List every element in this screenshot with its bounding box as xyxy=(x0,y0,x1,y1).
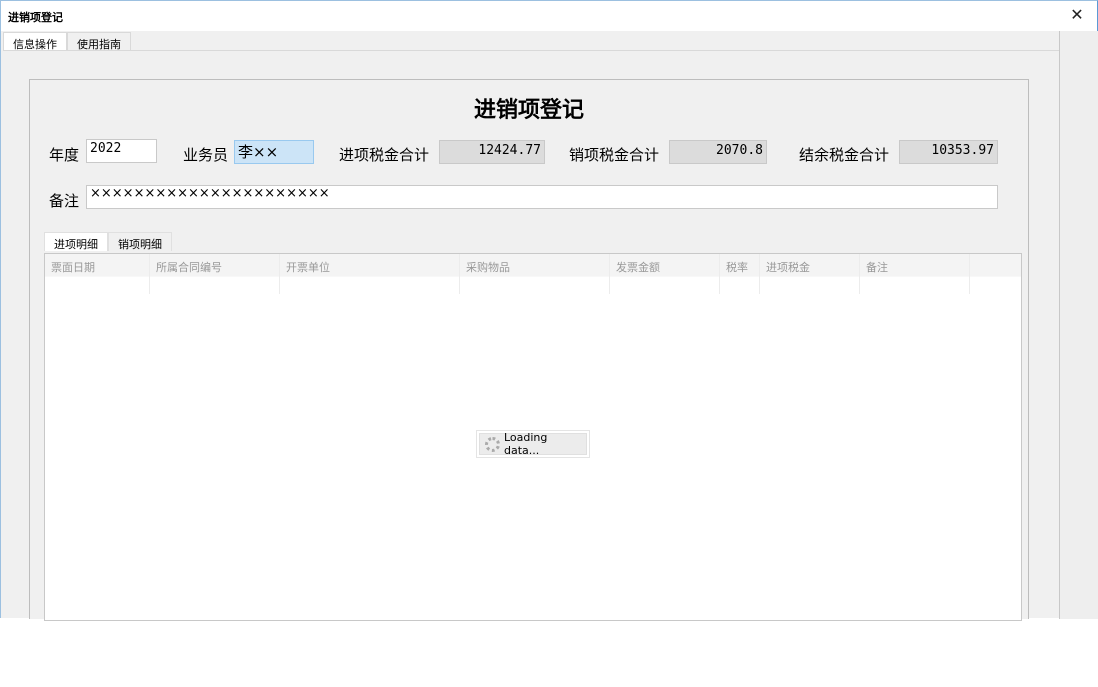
column-header[interactable]: 票面日期 xyxy=(45,254,150,294)
salesman-label: 业务员 xyxy=(183,144,228,165)
balance-tax-field[interactable]: 10353.97 xyxy=(899,140,998,164)
window-title: 进销项登记 xyxy=(8,9,63,25)
balance-tax-label: 结余税金合计 xyxy=(799,144,889,165)
spinner-icon xyxy=(485,437,500,452)
column-header[interactable]: 所属合同编号 xyxy=(150,254,280,294)
page-title: 进销项登记 xyxy=(30,92,1028,124)
column-header[interactable]: 开票单位 xyxy=(280,254,460,294)
title-bar: 进销项登记 ✕ xyxy=(1,1,1097,31)
registration-panel: 进销项登记 年度 2022 业务员 李×× 进项税金合计 12424.77 销项… xyxy=(29,79,1029,619)
column-header[interactable]: 采购物品 xyxy=(460,254,610,294)
main-tabs: 信息操作 使用指南 xyxy=(3,32,131,51)
input-tax-field[interactable]: 12424.77 xyxy=(439,140,545,164)
remark-field[interactable]: ×××××××××××××××××××××× xyxy=(86,185,998,209)
column-header[interactable]: 税率 xyxy=(720,254,760,294)
tab-output-detail[interactable]: 销项明细 xyxy=(108,232,172,251)
year-field[interactable]: 2022 xyxy=(86,139,157,163)
loading-text: Loading data... xyxy=(504,431,586,457)
column-header[interactable]: 进项税金 xyxy=(760,254,860,294)
output-tax-field[interactable]: 2070.8 xyxy=(669,140,767,164)
detail-tabs: 进项明细 销项明细 xyxy=(44,232,172,251)
column-header[interactable]: 发票金额 xyxy=(610,254,720,294)
output-tax-label: 销项税金合计 xyxy=(569,144,659,165)
main-window: 进销项登记 ✕ 信息操作 使用指南 进销项登记 年度 2022 业务员 李×× … xyxy=(0,0,1098,618)
input-tax-label: 进项税金合计 xyxy=(339,144,429,165)
remark-label: 备注 xyxy=(49,190,79,211)
loading-indicator: Loading data... xyxy=(476,430,590,458)
detail-grid[interactable]: 票面日期 所属合同编号 开票单位 采购物品 发票金额 税率 进项税金 备注 Lo… xyxy=(44,253,1022,621)
salesman-field[interactable]: 李×× xyxy=(234,140,314,164)
tab-user-guide[interactable]: 使用指南 xyxy=(67,32,131,51)
close-icon[interactable]: ✕ xyxy=(1067,5,1087,25)
tab-input-detail[interactable]: 进项明细 xyxy=(44,232,108,251)
column-header[interactable]: 备注 xyxy=(860,254,970,294)
tab-info-operation[interactable]: 信息操作 xyxy=(3,32,67,51)
year-label: 年度 xyxy=(49,144,79,165)
side-strip xyxy=(1059,31,1098,619)
divider xyxy=(3,50,1059,51)
